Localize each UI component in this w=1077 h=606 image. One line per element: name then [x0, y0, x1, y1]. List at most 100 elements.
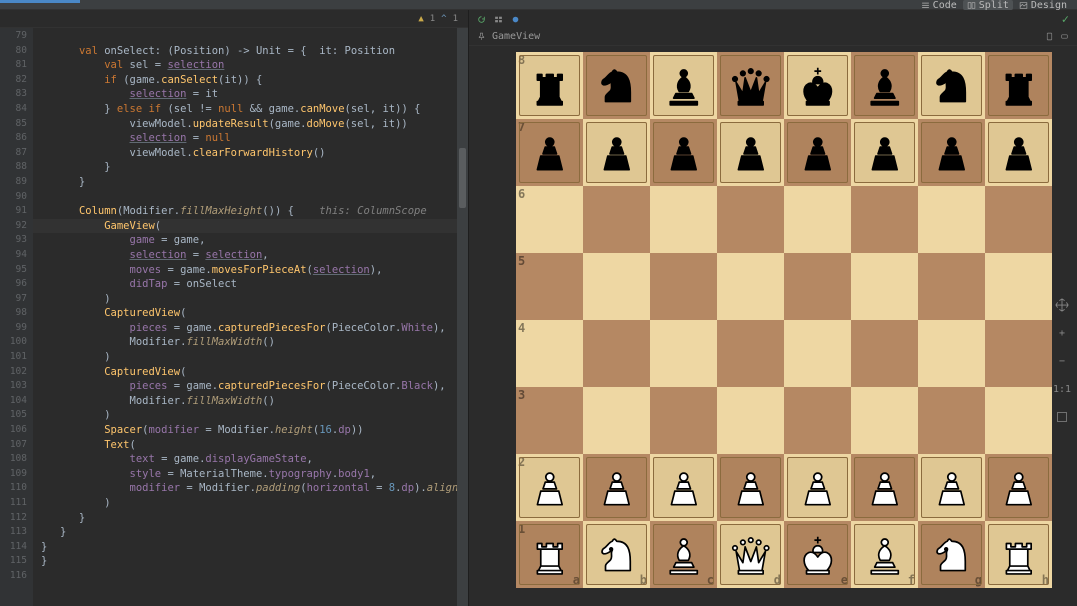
code-line[interactable]: ): [33, 496, 457, 511]
chess-piece-wn[interactable]: [586, 524, 646, 584]
code-line[interactable]: selection = it: [33, 87, 457, 102]
board-square[interactable]: [985, 186, 1052, 253]
board-square[interactable]: [784, 119, 851, 186]
chess-piece-wn[interactable]: [921, 524, 981, 584]
editor-scrollbar[interactable]: [457, 28, 468, 606]
board-square[interactable]: e: [784, 521, 851, 588]
board-square[interactable]: [717, 119, 784, 186]
code-line[interactable]: game = game,: [33, 233, 457, 248]
chess-piece-br[interactable]: [988, 55, 1048, 115]
code-line[interactable]: } else if (sel != null && game.canMove(s…: [33, 102, 457, 117]
code-line[interactable]: Modifier.fillMaxWidth(): [33, 394, 457, 409]
board-square[interactable]: h: [985, 521, 1052, 588]
code-line[interactable]: Modifier.fillMaxWidth(): [33, 335, 457, 350]
code-line[interactable]: ): [33, 350, 457, 365]
code-line[interactable]: modifier = Modifier.padding(horizontal =…: [33, 481, 457, 496]
board-square[interactable]: [583, 454, 650, 521]
chess-piece-wp[interactable]: [988, 457, 1048, 517]
board-square[interactable]: [650, 253, 717, 320]
zoom-out-icon[interactable]: −: [1053, 352, 1071, 370]
board-square[interactable]: [784, 387, 851, 454]
code-line[interactable]: [33, 29, 457, 44]
code-line[interactable]: CapturedView(: [33, 306, 457, 321]
code-line[interactable]: }: [33, 175, 457, 190]
code-line[interactable]: text = game.displayGameState,: [33, 452, 457, 467]
board-square[interactable]: [583, 186, 650, 253]
code-line[interactable]: [33, 569, 457, 584]
board-square[interactable]: 8: [516, 52, 583, 119]
board-square[interactable]: [851, 253, 918, 320]
board-square[interactable]: [650, 387, 717, 454]
board-square[interactable]: [851, 320, 918, 387]
board-square[interactable]: [985, 253, 1052, 320]
code-line[interactable]: selection = selection,: [33, 248, 457, 263]
code-line[interactable]: selection = null: [33, 131, 457, 146]
chess-piece-br[interactable]: [519, 55, 579, 115]
code-line[interactable]: ): [33, 408, 457, 423]
board-square[interactable]: [851, 454, 918, 521]
code-line[interactable]: }: [33, 554, 457, 569]
board-square[interactable]: d: [717, 521, 784, 588]
code-line[interactable]: }: [33, 160, 457, 175]
board-square[interactable]: [784, 52, 851, 119]
board-square[interactable]: [650, 52, 717, 119]
chess-piece-wr[interactable]: [519, 524, 579, 584]
chess-board[interactable]: 87654321abcdefgh: [516, 52, 1052, 588]
board-square[interactable]: [717, 253, 784, 320]
board-square[interactable]: [650, 320, 717, 387]
board-square[interactable]: [650, 186, 717, 253]
board-square[interactable]: [717, 454, 784, 521]
zoom-11-button[interactable]: 1:1: [1053, 380, 1071, 398]
code-line[interactable]: didTap = onSelect: [33, 277, 457, 292]
preview-canvas[interactable]: 87654321abcdefgh + − 1:1: [469, 46, 1077, 606]
board-square[interactable]: 4: [516, 320, 583, 387]
code-line[interactable]: }: [33, 540, 457, 555]
code-line[interactable]: style = MaterialTheme.typography.body1,: [33, 467, 457, 482]
design-view-button[interactable]: Design: [1015, 0, 1071, 10]
board-square[interactable]: [851, 119, 918, 186]
board-square[interactable]: [717, 186, 784, 253]
chess-piece-wb[interactable]: [653, 524, 713, 584]
chess-piece-wp[interactable]: [653, 457, 713, 517]
code-line[interactable]: val onSelect: (Position) -> Unit = { it:…: [33, 44, 457, 59]
code-line[interactable]: if (game.canSelect(it)) {: [33, 73, 457, 88]
chess-piece-wp[interactable]: [787, 457, 847, 517]
orientation-icon[interactable]: [1060, 32, 1069, 41]
board-square[interactable]: [583, 52, 650, 119]
board-square[interactable]: [985, 320, 1052, 387]
code-area[interactable]: val onSelect: (Position) -> Unit = { it:…: [33, 28, 457, 606]
chess-piece-bp[interactable]: [787, 122, 847, 182]
board-square[interactable]: g: [918, 521, 985, 588]
board-square[interactable]: [650, 119, 717, 186]
code-line[interactable]: pieces = game.capturedPiecesFor(PieceCol…: [33, 321, 457, 336]
code-line[interactable]: Column(Modifier.fillMaxHeight()) { this:…: [33, 204, 457, 219]
code-line[interactable]: }: [33, 525, 457, 540]
board-square[interactable]: [918, 186, 985, 253]
board-square[interactable]: [918, 454, 985, 521]
board-square[interactable]: [851, 387, 918, 454]
zoom-in-icon[interactable]: +: [1053, 324, 1071, 342]
code-line[interactable]: viewModel.clearForwardHistory(): [33, 146, 457, 161]
board-square[interactable]: [717, 387, 784, 454]
board-square[interactable]: [918, 52, 985, 119]
zoom-fit-icon[interactable]: [1053, 408, 1071, 426]
board-square[interactable]: b: [583, 521, 650, 588]
board-square[interactable]: [717, 52, 784, 119]
chess-piece-bn[interactable]: [586, 55, 646, 115]
pin-icon[interactable]: [477, 32, 486, 41]
device-icon[interactable]: [1045, 32, 1054, 41]
board-square[interactable]: 2: [516, 454, 583, 521]
code-line[interactable]: CapturedView(: [33, 365, 457, 380]
board-square[interactable]: [784, 253, 851, 320]
chess-piece-wr[interactable]: [988, 524, 1048, 584]
chess-piece-bn[interactable]: [921, 55, 981, 115]
split-view-button[interactable]: Split: [963, 0, 1013, 10]
board-square[interactable]: c: [650, 521, 717, 588]
pan-icon[interactable]: [1053, 296, 1071, 314]
board-square[interactable]: f: [851, 521, 918, 588]
code-line[interactable]: ): [33, 292, 457, 307]
board-square[interactable]: [851, 52, 918, 119]
board-square[interactable]: [851, 186, 918, 253]
board-square[interactable]: [985, 387, 1052, 454]
interactive-icon[interactable]: [511, 15, 520, 24]
